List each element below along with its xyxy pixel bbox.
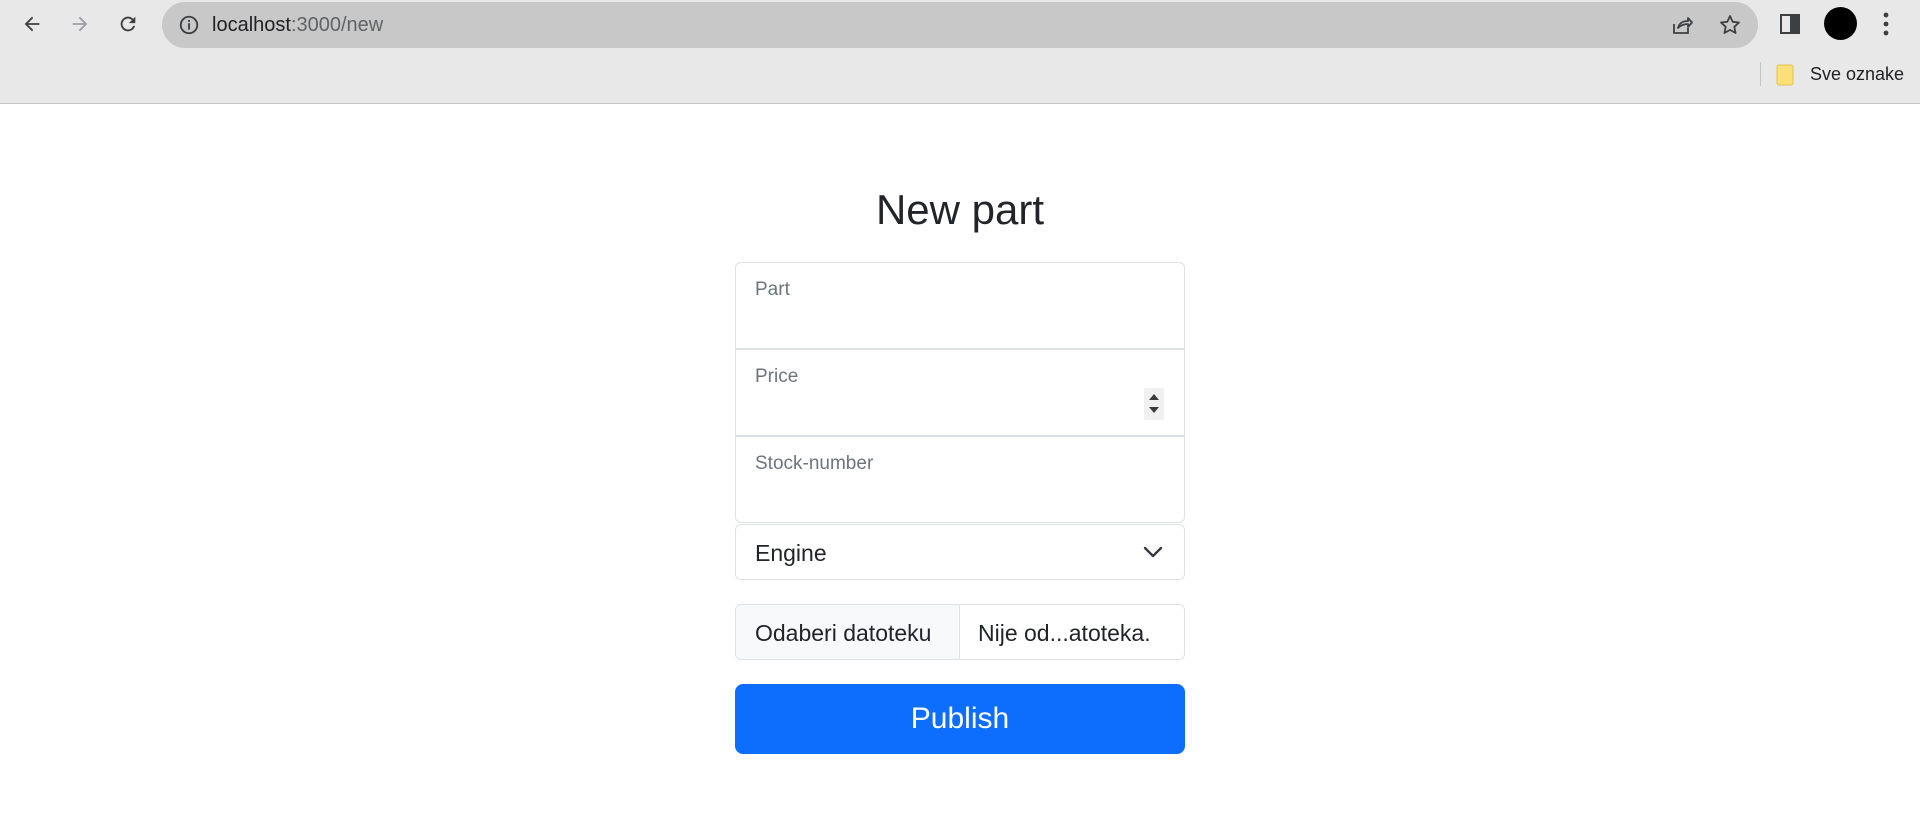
forward-arrow-icon	[72, 16, 88, 32]
url-text[interactable]: localhost:3000/new	[212, 14, 383, 37]
stock-number-input[interactable]: Stock-number	[735, 436, 1185, 523]
bookmarks-bar: Sve oznake	[0, 48, 1920, 104]
folder-icon[interactable]	[1776, 64, 1794, 86]
reload-icon	[120, 16, 136, 32]
back-button[interactable]	[16, 8, 48, 40]
forward-button[interactable]	[64, 8, 96, 40]
choose-file-button[interactable]: Odaberi datoteku	[736, 605, 960, 659]
file-status: Nije od...atoteka.	[978, 620, 1151, 646]
stock-number-placeholder: Stock-number	[755, 453, 874, 474]
price-placeholder: Price	[755, 366, 799, 387]
kebab-menu-icon[interactable]	[1874, 10, 1898, 38]
url-host: localhost	[212, 14, 291, 36]
bookmarks-separator	[1760, 62, 1761, 86]
page-title: New part	[875, 186, 1045, 233]
increment-arrow-icon[interactable]	[1149, 394, 1159, 400]
chevron-down-icon	[1143, 546, 1163, 558]
reload-button[interactable]	[112, 8, 144, 40]
star-icon[interactable]	[1718, 13, 1742, 37]
file-input[interactable]: Odaberi datoteku Nije od...atoteka.	[735, 604, 1185, 660]
side-panel-icon[interactable]	[1778, 12, 1802, 36]
number-spinner[interactable]	[1144, 388, 1164, 420]
part-placeholder: Part	[755, 279, 790, 300]
share-icon[interactable]	[1670, 13, 1694, 37]
part-input[interactable]: Part	[735, 262, 1185, 349]
choose-file-label: Odaberi datoteku	[755, 620, 932, 646]
publish-button[interactable]: Publish	[735, 684, 1185, 754]
browser-toolbar: localhost:3000/new	[0, 0, 1920, 48]
address-bar[interactable]: localhost:3000/new	[162, 2, 1758, 48]
info-icon[interactable]	[178, 14, 200, 36]
decrement-arrow-icon[interactable]	[1149, 407, 1159, 413]
category-selected-value: Engine	[755, 540, 827, 566]
price-input[interactable]: Price	[735, 349, 1185, 436]
url-path: :3000/new	[290, 14, 384, 36]
category-select[interactable]: Engine	[735, 524, 1185, 580]
all-bookmarks-link[interactable]: Sve oznake	[1810, 64, 1904, 85]
avatar[interactable]	[1824, 7, 1857, 40]
back-arrow-icon	[24, 16, 40, 32]
